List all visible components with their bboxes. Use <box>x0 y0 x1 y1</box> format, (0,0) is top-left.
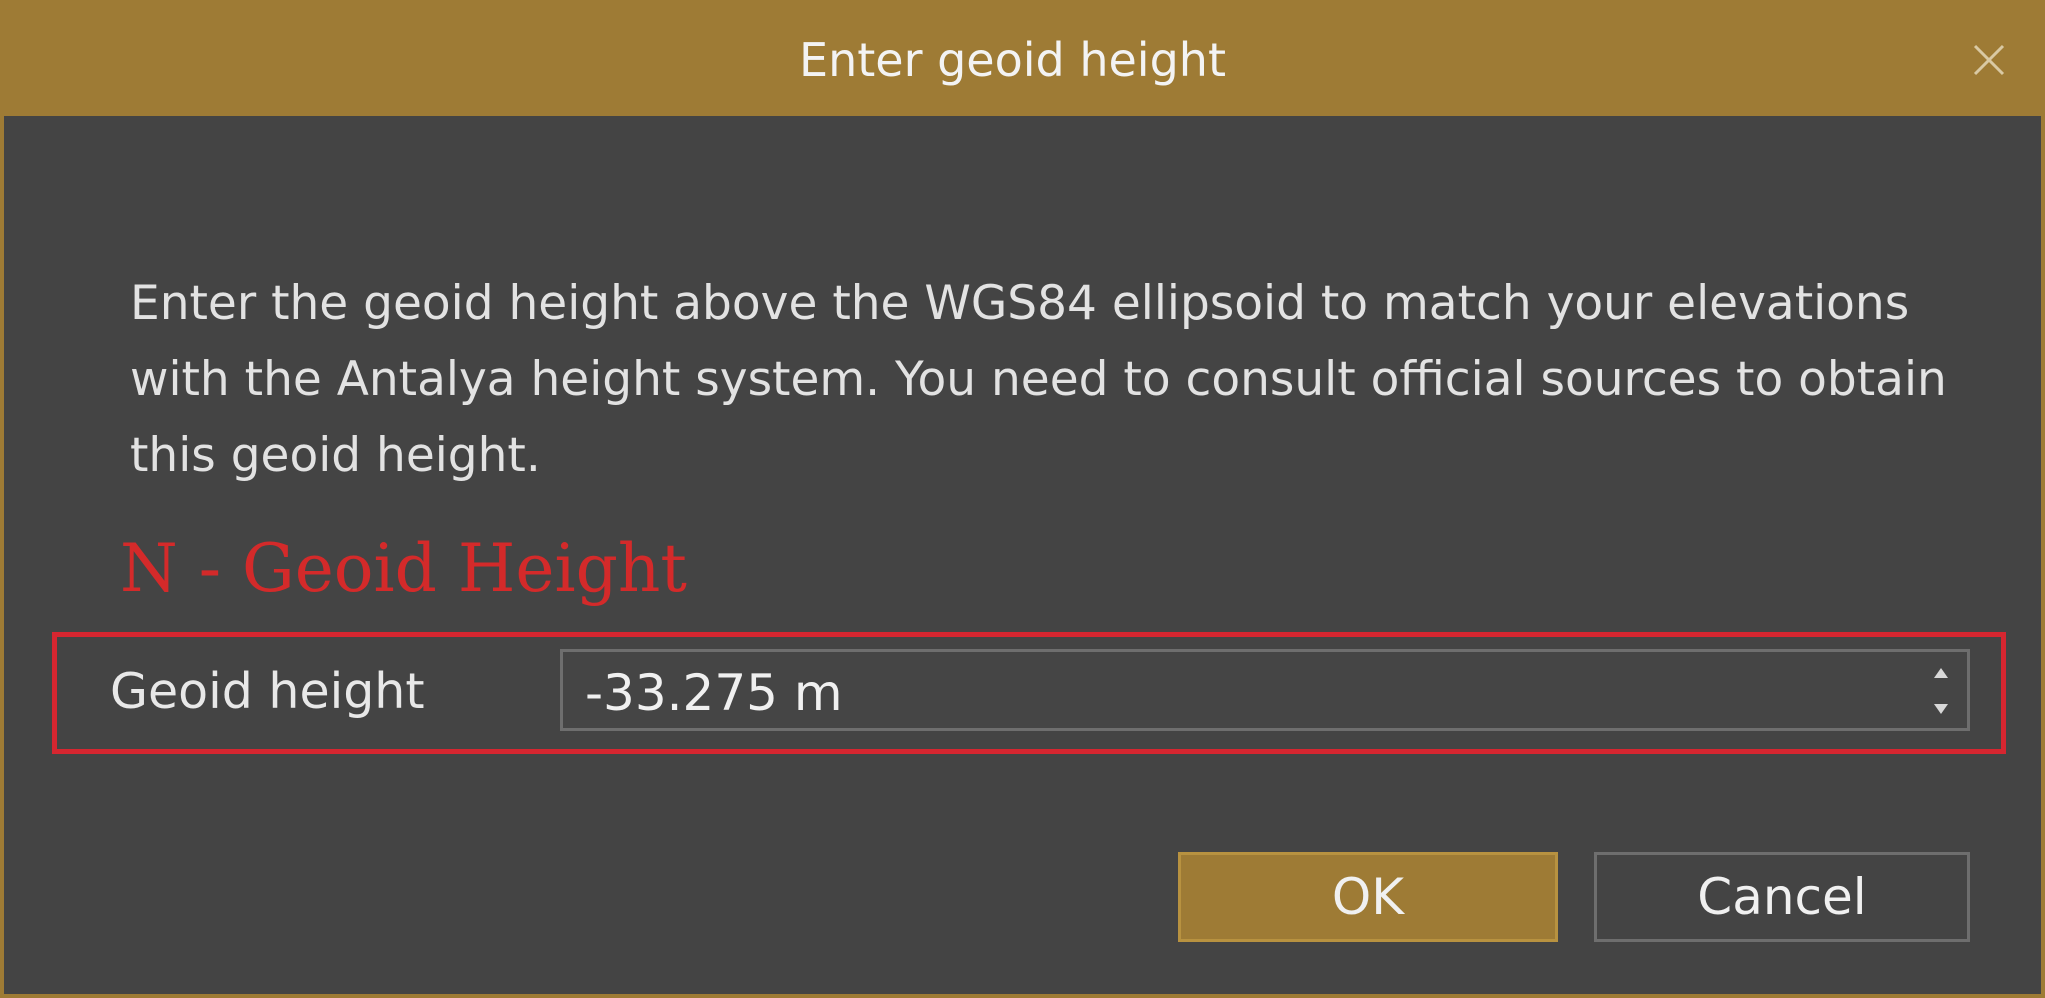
close-button[interactable] <box>1961 32 2017 88</box>
dialog-title: Enter geoid height <box>799 33 1226 87</box>
spin-up-button[interactable] <box>1929 662 1953 686</box>
geoid-height-dialog: Enter geoid height Enter the geoid heigh… <box>0 0 2045 998</box>
geoid-height-spinbox[interactable]: -33.275 m <box>560 649 1970 731</box>
close-icon <box>1973 44 2005 76</box>
dialog-titlebar: Enter geoid height <box>4 4 2041 116</box>
geoid-height-value[interactable]: -33.275 m <box>585 652 843 728</box>
ok-button[interactable]: OK <box>1178 852 1558 942</box>
geoid-height-label: Geoid height <box>110 663 425 720</box>
spin-arrows <box>1929 662 1953 720</box>
dialog-description: Enter the geoid height above the WGS84 e… <box>130 276 1947 483</box>
caret-up-icon <box>1934 668 1948 678</box>
cancel-button[interactable]: Cancel <box>1594 852 1970 942</box>
caret-down-icon <box>1934 704 1948 714</box>
spin-down-button[interactable] <box>1929 696 1953 720</box>
annotation-label: N - Geoid Height <box>120 530 687 607</box>
